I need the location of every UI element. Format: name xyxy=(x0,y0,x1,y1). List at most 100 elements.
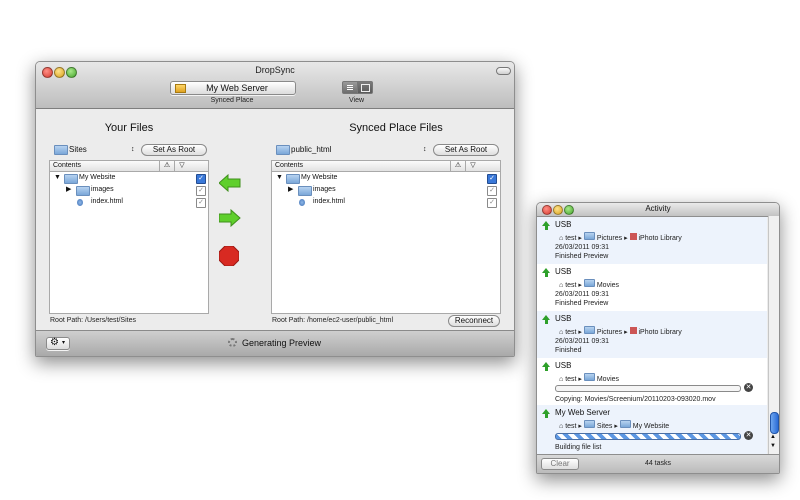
warning-icon[interactable]: ⚠ xyxy=(159,161,174,171)
tree-row[interactable]: index.html ✓ xyxy=(50,196,208,208)
contents-header-label: Contents xyxy=(53,162,82,169)
task-status: Finished Preview xyxy=(555,300,609,307)
your-files-folder-value: Sites xyxy=(69,145,87,154)
home-icon: ⌂ xyxy=(559,376,564,383)
iphoto-icon xyxy=(629,327,637,334)
activity-bottom-bar: Clear 44 tasks xyxy=(537,454,779,473)
window-title: DropSync xyxy=(255,65,295,75)
path-segment: Pictures xyxy=(596,235,623,242)
synced-place-folder-popup[interactable]: public_html ↕ xyxy=(272,144,432,155)
path-segment: test xyxy=(565,235,577,242)
path-segment: Pictures xyxy=(596,329,623,336)
task-date: 26/03/2011 09:31 xyxy=(555,291,609,298)
left-set-as-root-button[interactable]: Set As Root xyxy=(141,144,207,156)
toolbar-toggle-button[interactable] xyxy=(496,67,511,75)
view-list-button[interactable] xyxy=(342,81,358,94)
sync-checkbox[interactable]: ✓ xyxy=(487,174,497,184)
updown-chevron-icon: ↕ xyxy=(131,146,135,153)
task-item[interactable]: USB ⌂ test ▸ Pictures ▸ iPhoto Library 2… xyxy=(537,217,767,265)
your-files-outline[interactable]: Contents ⚠ ▽ ▼ My Website ✓ ▶ images ✓ i… xyxy=(49,160,209,314)
chevron-down-icon: ▾ xyxy=(62,340,66,346)
task-item[interactable]: My Web Server ⌂ test ▸ Sites ▸ My Websit… xyxy=(537,405,767,454)
path-segment: Movies xyxy=(596,376,620,383)
your-files-heading: Your Files xyxy=(104,122,154,134)
task-progress-bar xyxy=(555,385,741,392)
synced-place-files-heading: Synced Place Files xyxy=(349,122,443,134)
server-icon xyxy=(175,84,186,93)
scroll-up-icon[interactable]: ▲ xyxy=(770,434,776,440)
view-label: View xyxy=(348,97,365,104)
home-icon: ⌂ xyxy=(559,329,564,336)
activity-window: Activity USB ⌂ test ▸ Pictures ▸ iPhoto … xyxy=(536,202,780,474)
tree-row[interactable]: index.html ✓ xyxy=(272,196,500,208)
task-count: 44 tasks xyxy=(644,460,672,467)
action-gear-button[interactable]: ⚙ ▾ xyxy=(46,337,70,350)
tree-row[interactable]: ▶ images ✓ xyxy=(272,184,500,196)
task-place: USB xyxy=(555,267,572,276)
sync-checkbox[interactable]: ✓ xyxy=(487,198,497,208)
bottom-bar: ⚙ ▾ Generating Preview xyxy=(36,330,514,356)
right-set-as-root-button[interactable]: Set As Root xyxy=(433,144,499,156)
contents-column-header[interactable]: Contents ⚠ ▽ xyxy=(272,161,500,172)
folder-icon xyxy=(583,373,595,381)
scroll-thumb[interactable] xyxy=(770,412,779,434)
stop-sign-icon[interactable] xyxy=(219,246,239,266)
task-path: ⌂ test ▸ Movies xyxy=(559,373,619,383)
task-path: ⌂ test ▸ Pictures ▸ iPhoto Library xyxy=(559,326,682,336)
download-arrow-icon[interactable] xyxy=(219,174,241,192)
upload-arrow-stem xyxy=(545,414,548,418)
folder-icon xyxy=(583,420,595,428)
synced-place-popup[interactable]: My Web Server xyxy=(170,81,296,95)
reconnect-button[interactable]: Reconnect xyxy=(448,315,500,327)
synced-place-outline[interactable]: Contents ⚠ ▽ ▼ My Website ✓ ▶ images ✓ i… xyxy=(271,160,501,314)
disclosure-closed-icon[interactable]: ▶ xyxy=(288,184,293,196)
contents-header-label: Contents xyxy=(275,162,304,169)
toolbar: DropSync My Web Server Synced Place View xyxy=(36,62,514,109)
folder-icon xyxy=(54,145,68,155)
tree-row-label: My Website xyxy=(79,174,116,181)
path-segment: test xyxy=(565,329,577,336)
task-item[interactable]: USB ⌂ test ▸ Movies ✕ Copying: Movies/Sc… xyxy=(537,358,767,406)
cancel-task-icon[interactable]: ✕ xyxy=(744,383,753,392)
upload-arrow-stem xyxy=(545,273,548,277)
sync-checkbox[interactable]: ✓ xyxy=(196,186,206,196)
tree-row[interactable]: ▼ My Website ✓ xyxy=(272,172,500,184)
scroll-down-icon[interactable]: ▼ xyxy=(770,443,776,449)
task-place: USB xyxy=(555,361,572,370)
task-item[interactable]: USB ⌂ test ▸ Pictures ▸ iPhoto Library 2… xyxy=(537,311,767,359)
sync-checkbox[interactable]: ✓ xyxy=(196,198,206,208)
folder-icon xyxy=(276,145,290,155)
tree-row[interactable]: ▶ images ✓ xyxy=(50,184,208,196)
upload-arrow-icon[interactable] xyxy=(219,209,241,227)
sync-checkbox[interactable]: ✓ xyxy=(196,174,206,184)
warning-icon[interactable]: ⚠ xyxy=(450,161,465,171)
list-icon xyxy=(347,85,353,86)
contents-column-header[interactable]: Contents ⚠ ▽ xyxy=(50,161,208,172)
synced-place-folder-value: public_html xyxy=(291,145,332,154)
task-date: 26/03/2011 09:31 xyxy=(555,338,609,345)
activity-scrollbar[interactable]: ▲ ▼ xyxy=(768,216,779,454)
folder-icon xyxy=(64,174,78,184)
html-file-icon xyxy=(77,199,83,206)
path-segment: Movies xyxy=(596,282,620,289)
tree-row-label: index.html xyxy=(313,198,345,205)
disclosure-open-icon[interactable]: ▼ xyxy=(54,172,61,184)
task-path: ⌂ test ▸ Movies xyxy=(559,279,619,289)
sync-checkbox[interactable]: ✓ xyxy=(487,186,497,196)
disclosure-closed-icon[interactable]: ▶ xyxy=(66,184,71,196)
home-icon: ⌂ xyxy=(559,423,564,430)
task-item[interactable]: USB ⌂ test ▸ Movies 26/03/2011 09:31 Fin… xyxy=(537,264,767,312)
path-segment: My Website xyxy=(632,423,670,430)
columns-icon xyxy=(361,84,370,92)
home-icon: ⌂ xyxy=(559,235,564,242)
filter-icon[interactable]: ▽ xyxy=(174,161,189,171)
task-status: Copying: Movies/Screenium/20110203-09302… xyxy=(555,396,716,403)
your-files-folder-popup[interactable]: Sites ↕ xyxy=(49,144,141,155)
task-path: ⌂ test ▸ Sites ▸ My Website xyxy=(559,420,669,430)
synced-place-label: Synced Place xyxy=(210,97,254,104)
view-columns-button[interactable] xyxy=(357,81,373,94)
tree-row[interactable]: ▼ My Website ✓ xyxy=(50,172,208,184)
filter-icon[interactable]: ▽ xyxy=(465,161,480,171)
cancel-task-icon[interactable]: ✕ xyxy=(744,431,753,440)
disclosure-open-icon[interactable]: ▼ xyxy=(276,172,283,184)
